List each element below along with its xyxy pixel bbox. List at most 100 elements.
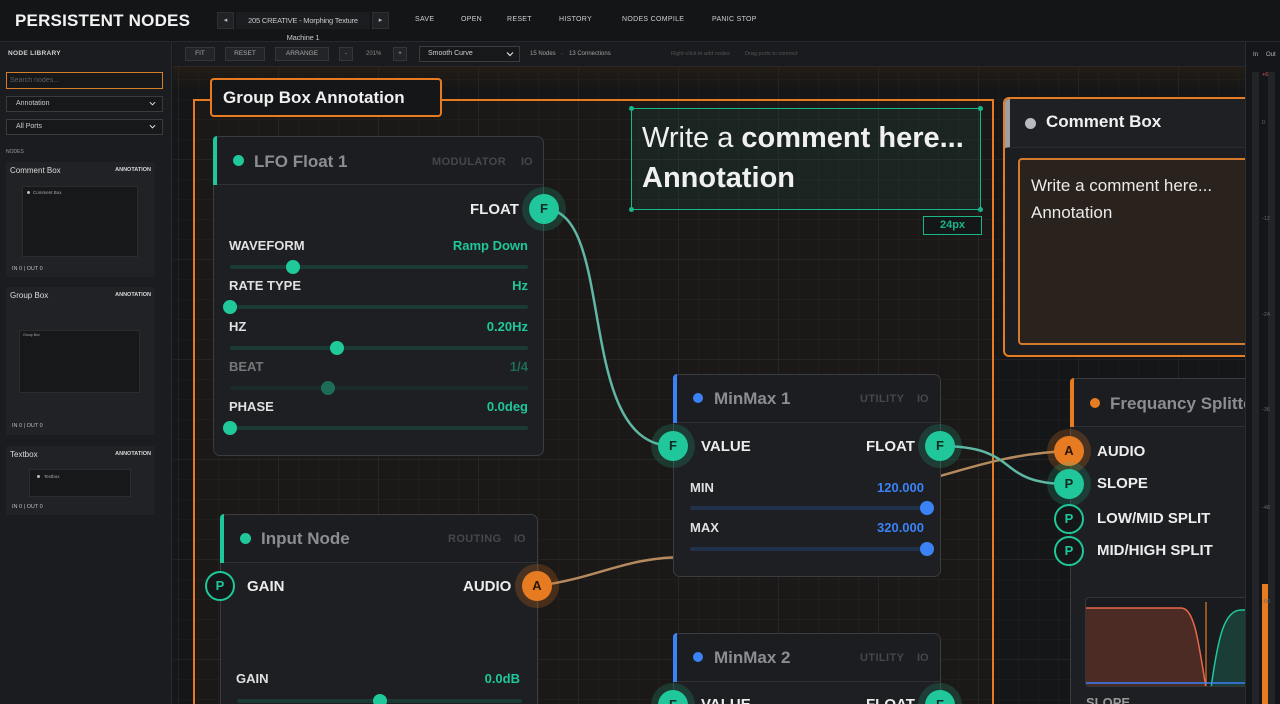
input-label-value: VALUE	[701, 696, 751, 704]
minmax1-output-port[interactable]: F	[925, 431, 955, 461]
node-header[interactable]: Input Node ROUTING IO	[220, 514, 537, 563]
resize-handle[interactable]	[978, 207, 983, 212]
node-title: LFO Float 1	[254, 152, 348, 171]
minmax-1-node[interactable]: MinMax 1 UTILITY IO VALUE FLOAT MIN 120.…	[673, 374, 941, 577]
preset-name[interactable]: 205 CREATIVE - Morphing Texture Machine …	[236, 12, 370, 42]
slider-thumb-waveform[interactable]	[285, 260, 300, 274]
comment-box-body[interactable]: Write a comment here... Annotation	[1018, 158, 1245, 345]
prop-value-min[interactable]: 120.000	[877, 480, 924, 495]
slider-thumb-max[interactable]	[920, 542, 934, 556]
slider-track[interactable]	[230, 426, 528, 430]
preview-dot	[27, 191, 30, 194]
freq-slope-port[interactable]: P	[1054, 469, 1084, 499]
prop-value-gain[interactable]: 0.0dB	[485, 671, 520, 686]
slider-track[interactable]	[230, 265, 528, 269]
library-card-category: ANNOTATION	[115, 292, 151, 298]
input-gain-port[interactable]: P	[205, 571, 235, 601]
prop-value-rate-type[interactable]: Hz	[512, 278, 528, 293]
fit-button[interactable]: FIT	[185, 47, 215, 61]
input-audio-port[interactable]: A	[522, 571, 552, 601]
zoom-out-button[interactable]: -	[339, 47, 353, 61]
resize-handle[interactable]	[978, 106, 983, 111]
node-title: MinMax 1	[714, 389, 791, 408]
textbox-annotation[interactable]: Write a comment here... Annotation	[629, 106, 983, 212]
prop-value-max[interactable]: 320.000	[877, 520, 924, 535]
group-box-label[interactable]: Group Box Annotation	[210, 78, 442, 117]
output-label-audio: AUDIO	[463, 578, 512, 595]
input-meter	[1252, 72, 1259, 704]
node-header[interactable]: MinMax 2 UTILITY IO	[673, 633, 940, 682]
meter-label-in: In	[1253, 52, 1259, 58]
meter-tick-minus36: -36	[1262, 407, 1270, 413]
slider-track[interactable]	[690, 506, 927, 510]
arrange-button[interactable]: ARRANGE	[275, 47, 329, 61]
history-button[interactable]: HISTORY	[559, 16, 592, 23]
app-title: PERSISTENT NODES	[15, 11, 191, 30]
meter-tick-minus48: -48	[1262, 505, 1270, 511]
node-canvas[interactable]: Group Box Annotation Write a comment her…	[173, 67, 1245, 704]
node-header[interactable]: Frequancy Splitter	[1070, 378, 1245, 427]
slider-thumb-phase[interactable]	[223, 421, 237, 435]
lfo-output-port[interactable]: F	[529, 194, 559, 224]
prop-value-hz[interactable]: 0.20Hz	[487, 319, 528, 334]
open-button[interactable]: OPEN	[461, 16, 482, 23]
reset-view-button[interactable]: RESET	[225, 47, 265, 61]
zoom-level: 201%	[366, 51, 382, 57]
slider-thumb-rate-type[interactable]	[223, 300, 237, 314]
slider-thumb-hz[interactable]	[330, 341, 345, 355]
prop-label-max: MAX	[690, 520, 719, 535]
nodes-compile-button[interactable]: NODES COMPILE	[622, 16, 684, 23]
library-card-group-box[interactable]: Group Box ANNOTATION Group Box IN 0 | OU…	[6, 287, 155, 435]
minmax-2-node[interactable]: MinMax 2 UTILITY IO VALUE FLOAT	[673, 633, 941, 704]
resize-handle[interactable]	[629, 106, 634, 111]
prop-value-beat: 1/4	[509, 359, 528, 374]
font-size-badge[interactable]: 24px	[923, 216, 982, 235]
reset-button[interactable]: RESET	[507, 16, 532, 23]
node-title: Input Node	[261, 529, 350, 548]
preset-next-button[interactable]: ▸	[372, 12, 389, 29]
add-nodes-hint: Right-click to add nodes	[671, 51, 730, 57]
library-card-category: ANNOTATION	[115, 167, 151, 173]
zoom-in-button[interactable]: +	[393, 47, 407, 61]
status-dot	[1025, 118, 1036, 129]
port-filter-select[interactable]: All Ports	[6, 119, 163, 135]
library-card-name: Textbox	[10, 450, 38, 459]
node-accent	[673, 374, 677, 423]
save-button[interactable]: SAVE	[415, 16, 434, 23]
comment-box-node[interactable]: Comment Box Write a comment here... Anno…	[1003, 97, 1245, 357]
comment-box-header[interactable]: Comment Box	[1005, 99, 1245, 148]
output-label-float: FLOAT	[866, 438, 915, 455]
node-header[interactable]: LFO Float 1 MODULATOR IO	[213, 136, 543, 185]
input-label-value: VALUE	[701, 438, 751, 455]
resize-handle[interactable]	[629, 207, 634, 212]
node-io: IO	[514, 533, 526, 545]
preset-prev-button[interactable]: ◂	[217, 12, 234, 29]
slider-track[interactable]	[230, 346, 528, 350]
library-card-textbox[interactable]: Textbox ANNOTATION Textbox IN 0 | OUT 0	[6, 446, 155, 515]
prop-value-phase[interactable]: 0.0deg	[487, 399, 528, 414]
panic-stop-button[interactable]: PANIC STOP	[712, 16, 757, 23]
curve-style-select[interactable]: Smooth Curve	[419, 46, 520, 62]
high-band-fill	[1211, 610, 1245, 686]
prop-value-waveform[interactable]: Ramp Down	[453, 238, 528, 253]
output-meter	[1268, 72, 1275, 704]
library-card-name: Comment Box	[10, 166, 61, 175]
node-header[interactable]: MinMax 1 UTILITY IO	[673, 374, 940, 423]
freq-mid-high-port[interactable]: P	[1054, 536, 1084, 566]
prop-label-gain: GAIN	[236, 671, 269, 686]
slider-track	[230, 386, 528, 390]
slider-thumb-min[interactable]	[920, 501, 934, 515]
category-filter-select[interactable]: Annotation	[6, 96, 163, 112]
minmax1-input-port[interactable]: F	[658, 431, 688, 461]
library-card-io: IN 0 | OUT 0	[12, 504, 43, 510]
input-node[interactable]: Input Node ROUTING IO GAIN AUDIO GAIN 0.…	[220, 514, 538, 704]
slider-track[interactable]	[690, 547, 927, 551]
freq-low-mid-port[interactable]: P	[1054, 504, 1084, 534]
lfo-float-node[interactable]: LFO Float 1 MODULATOR IO FLOAT WAVEFORM …	[213, 136, 544, 456]
node-title: Frequancy Splitter	[1110, 394, 1245, 413]
search-nodes-input[interactable]	[6, 72, 163, 89]
library-card-comment-box[interactable]: Comment Box ANNOTATION Comment Box IN 0 …	[6, 162, 155, 277]
slider-thumb-gain[interactable]	[372, 694, 387, 704]
slider-track[interactable]	[230, 305, 528, 309]
status-dot	[233, 155, 244, 166]
